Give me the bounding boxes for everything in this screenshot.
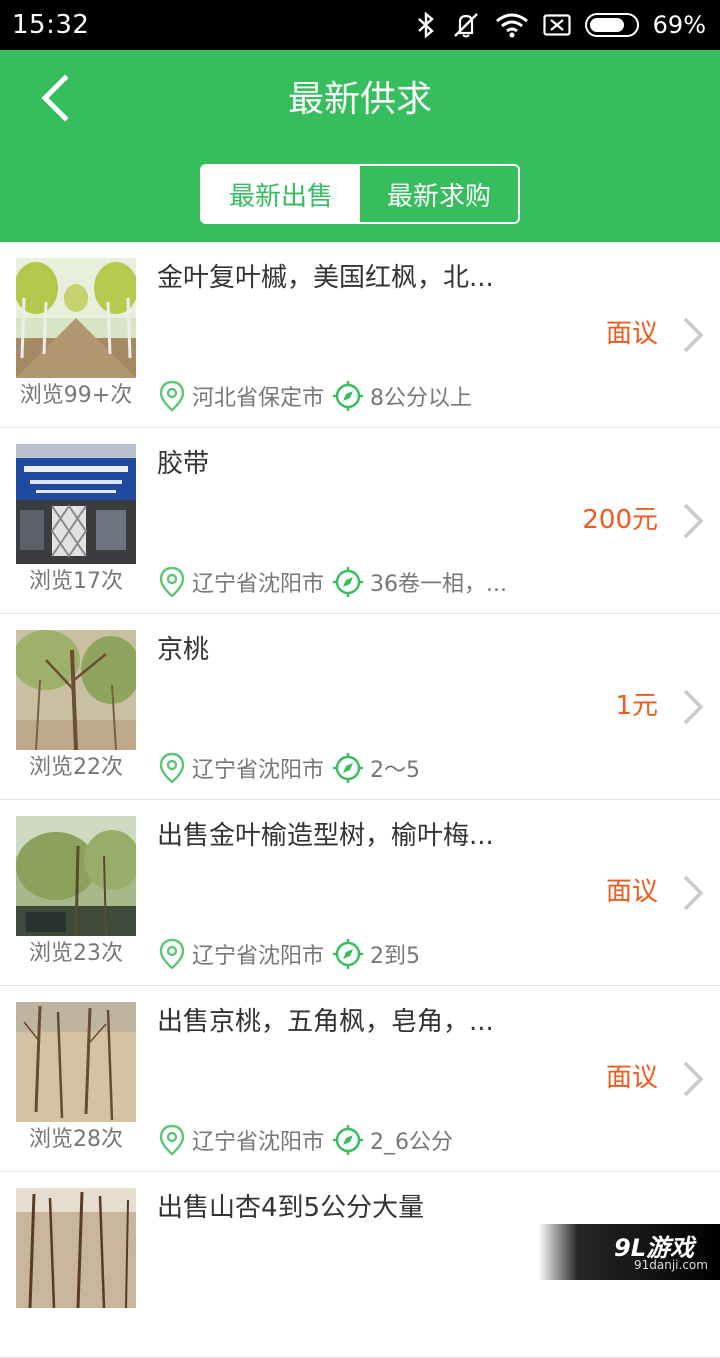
status-bar: 15:32 69% <box>0 0 720 50</box>
watermark-url: 91danji.com <box>634 1258 708 1272</box>
item-spec: 8公分以上 <box>370 386 473 411</box>
list-item[interactable]: 浏览17次 胶带 200元 辽宁省沈阳市 36卷一相，... <box>0 428 720 614</box>
location-pin-icon <box>158 566 186 598</box>
item-meta: 辽宁省沈阳市 2_6公分 <box>158 1120 453 1160</box>
item-views: 浏览22次 <box>29 755 123 780</box>
item-thumbnail <box>16 444 136 564</box>
location-pin-icon <box>158 1124 186 1156</box>
item-meta: 辽宁省沈阳市 2～5 <box>158 748 420 788</box>
item-price: 面议 <box>605 319 658 349</box>
item-price: 200元 <box>582 505 658 535</box>
item-views: 浏览17次 <box>29 569 123 594</box>
item-thumbnail <box>16 1002 136 1122</box>
item-title: 胶带 <box>157 449 210 479</box>
chevron-right-icon <box>680 316 706 358</box>
supply-list: 浏览99+次 金叶复叶槭，美国红枫，北... 面议 河北省保定市 8公分以上 浏… <box>0 242 720 1358</box>
item-title: 出售山杏4到5公分大量 <box>157 1193 425 1223</box>
item-views: 浏览99+次 <box>19 383 133 408</box>
compass-icon <box>332 566 364 598</box>
item-title: 出售金叶榆造型树，榆叶梅... <box>157 821 494 851</box>
location-pin-icon <box>158 752 186 784</box>
item-spec: 2～5 <box>370 758 421 783</box>
status-icons: 69% <box>415 11 706 39</box>
item-price: 1元 <box>615 691 658 721</box>
tab-group: 最新出售 最新求购 <box>200 164 520 224</box>
list-item[interactable]: 浏览23次 出售金叶榆造型树，榆叶梅... 面议 辽宁省沈阳市 2到5 <box>0 800 720 986</box>
battery-percent: 69% <box>652 11 706 39</box>
item-location: 辽宁省沈阳市 <box>192 1130 325 1155</box>
chevron-right-icon <box>680 502 706 544</box>
item-thumbnail <box>16 816 136 936</box>
item-location: 河北省保定市 <box>192 386 325 411</box>
item-meta: 辽宁省沈阳市 2到5 <box>158 934 420 974</box>
wifi-icon <box>495 12 529 38</box>
chevron-right-icon <box>680 1060 706 1102</box>
location-pin-icon <box>158 938 186 970</box>
item-spec: 36卷一相，... <box>370 572 507 597</box>
status-time: 15:32 <box>12 10 90 40</box>
item-thumbnail <box>16 630 136 750</box>
item-views: 浏览28次 <box>29 1127 123 1152</box>
location-pin-icon <box>158 380 186 412</box>
list-item[interactable]: 浏览28次 出售京桃，五角枫，皂角，... 面议 辽宁省沈阳市 2_6公分 <box>0 986 720 1172</box>
vibrate-off-icon <box>451 11 481 39</box>
compass-icon <box>332 1124 364 1156</box>
item-location: 辽宁省沈阳市 <box>192 572 325 597</box>
item-meta: 辽宁省沈阳市 36卷一相，... <box>158 562 507 602</box>
list-item[interactable]: 浏览22次 京桃 1元 辽宁省沈阳市 2～5 <box>0 614 720 800</box>
tab-latest-sale[interactable]: 最新出售 <box>202 166 360 222</box>
item-thumbnail <box>16 258 136 378</box>
sim-off-icon <box>543 14 571 36</box>
item-meta: 河北省保定市 8公分以上 <box>158 376 472 416</box>
battery-icon <box>584 13 639 37</box>
item-spec: 2_6公分 <box>370 1130 454 1155</box>
watermark-logo: 9L游戏 91danji.com <box>538 1224 720 1280</box>
item-price: 面议 <box>605 877 658 907</box>
bluetooth-icon <box>415 11 437 39</box>
item-thumbnail <box>16 1188 136 1308</box>
item-spec: 2到5 <box>370 944 421 969</box>
chevron-right-icon <box>680 688 706 730</box>
compass-icon <box>332 752 364 784</box>
item-title: 京桃 <box>157 635 210 665</box>
item-views: 浏览23次 <box>29 941 123 966</box>
list-item[interactable]: 浏览99+次 金叶复叶槭，美国红枫，北... 面议 河北省保定市 8公分以上 <box>0 242 720 428</box>
header-bar: 最新供求 最新出售 最新求购 <box>0 50 720 242</box>
tab-latest-purchase[interactable]: 最新求购 <box>360 166 518 222</box>
item-title: 出售京桃，五角枫，皂角，... <box>157 1007 494 1037</box>
item-title: 金叶复叶槭，美国红枫，北... <box>157 263 494 293</box>
item-location: 辽宁省沈阳市 <box>192 758 325 783</box>
compass-icon <box>332 380 364 412</box>
item-price: 面议 <box>605 1063 658 1093</box>
item-location: 辽宁省沈阳市 <box>192 944 325 969</box>
page-title: 最新供求 <box>287 79 432 120</box>
chevron-right-icon <box>680 874 706 916</box>
compass-icon <box>332 938 364 970</box>
